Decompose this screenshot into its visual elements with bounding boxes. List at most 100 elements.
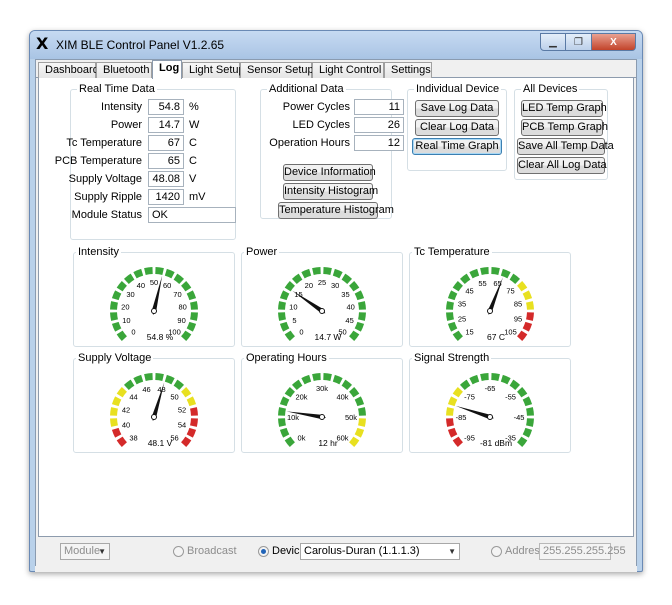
tab-settings[interactable]: Settings <box>384 62 432 78</box>
device-information-button[interactable]: Device Information <box>283 164 376 181</box>
gauge-arc-segment <box>110 418 118 427</box>
ad-label: Operation Hours <box>269 137 350 149</box>
maximize-button[interactable]: ❐ <box>566 33 592 51</box>
close-button[interactable]: X <box>592 33 636 51</box>
led-temp-graph-button[interactable]: LED Temp Graph <box>521 100 607 117</box>
gauge-arc-segment <box>500 374 511 385</box>
save-log-data-button[interactable]: Save Log Data <box>415 100 499 117</box>
gauge-title: Tc Temperature <box>412 246 492 258</box>
gauge-readout: 54.8 % <box>147 332 174 342</box>
address-input[interactable]: 255.255.255.255 <box>539 543 626 560</box>
title-bar[interactable]: X XIM BLE Control Panel V1.2.65 ▁ ❐ X <box>30 31 642 59</box>
gauge-tick-label: 20k <box>295 392 307 401</box>
gauge-arc-segment <box>312 267 321 275</box>
gauge-arc-segment <box>181 436 192 448</box>
tab-log[interactable]: Log <box>152 60 182 79</box>
gauge-arc-segment <box>110 312 118 321</box>
broadcast-radio[interactable] <box>173 546 184 557</box>
gauge-tick-label: 15 <box>465 328 473 337</box>
ad-row-led-cycles: LED Cycles 26 <box>261 117 404 133</box>
tab-dashboard[interactable]: Dashboard <box>38 62 99 78</box>
gauge-arc-segment <box>452 386 463 398</box>
gauge-arc-segment <box>278 418 286 427</box>
gauge-dial: 010203040 50 6070809010054.8 % <box>110 267 198 342</box>
tab-bluetooth[interactable]: Bluetooth <box>96 62 152 78</box>
pcb-temp-graph-button[interactable]: PCB Temp Graph <box>521 119 608 136</box>
address-radio[interactable] <box>491 546 502 557</box>
gauge-title: Intensity <box>76 246 121 258</box>
gauge-tick-label: 30 <box>331 281 339 290</box>
gauge-arc-segment <box>332 268 343 279</box>
tab-light-setup[interactable]: Light Setup <box>182 62 245 78</box>
intensity-gauge: 0 10 20 30 40 50 60 70 80 90 100 54.8 % Intensity <box>73 246 235 347</box>
gauge-needle-hub <box>151 308 157 314</box>
real-time-graph-button[interactable]: Real Time Graph <box>412 138 502 155</box>
gauge-tick-label: 70 <box>173 290 181 299</box>
gauge-arc-segment <box>522 321 533 332</box>
gauge-arc-segment <box>522 290 533 301</box>
rt-label: Supply Voltage <box>68 173 142 185</box>
gauge-arc-segment <box>284 330 295 342</box>
device-radio[interactable] <box>258 546 269 557</box>
individual-device-title: Individual Device <box>414 83 502 95</box>
gauge-arc-segment <box>164 374 175 385</box>
gauge-tick-label: 42 <box>122 405 130 414</box>
gauge-arc-segment <box>111 321 122 332</box>
tab-light-control[interactable]: Light Control <box>312 62 384 78</box>
log-page: Real Time Data Intensity 54.8 % Power 14… <box>38 78 634 537</box>
gauge-tick-label: 10 <box>289 302 297 311</box>
temperature-histogram-button[interactable]: Temperature Histogram <box>278 202 394 219</box>
rt-label: Module Status <box>71 209 142 221</box>
module-select[interactable]: Module ▼ <box>60 543 110 560</box>
gauge-arc-segment <box>517 330 528 342</box>
device-select[interactable]: Carolus-Duran (1.1.1.3) ▼ <box>300 543 460 560</box>
gauge-tick-label: 55 <box>478 279 486 288</box>
intensity-value: 54.8 <box>148 99 184 115</box>
gauge-arc-segment <box>526 312 534 321</box>
gauge-arc-segment <box>133 268 144 279</box>
gauge-tick-label: 50 <box>170 392 178 401</box>
gauge-tick-label: 5 <box>292 316 296 325</box>
gauge-tick-label: -55 <box>505 392 516 401</box>
ad-label: Power Cycles <box>282 101 350 113</box>
rt-row-intensity: Intensity 54.8 % <box>71 99 237 115</box>
intensity-histogram-button[interactable]: Intensity Histogram <box>283 183 378 200</box>
gauge-arc-segment <box>144 373 153 381</box>
signal-strength-gauge: -95 -85 -75 -65 -55 -45 -35 -81 dBm Signal Stre… <box>409 352 571 453</box>
clear-all-log-data-button[interactable]: Clear All Log Data <box>517 157 607 174</box>
minimize-icon: ▁ <box>549 36 557 48</box>
gauge-arc-segment <box>509 379 521 390</box>
rt-label: Supply Ripple <box>74 191 142 203</box>
gauge-title: Power <box>244 246 280 258</box>
gauge-arc-segment <box>181 330 192 342</box>
gauge-arc-segment <box>469 374 480 385</box>
gauge-tick-label: 25 <box>458 315 466 324</box>
gauge-arc-segment <box>144 267 153 275</box>
gauge-tick-label: 90 <box>177 316 185 325</box>
supply-ripple-value: 1420 <box>148 189 184 205</box>
gauge-arc-segment <box>111 290 122 301</box>
gauge-arc-segment <box>446 312 454 321</box>
gauge-dial: 1525354555 6575859510567 C <box>446 267 534 342</box>
operating-hours-gauge: 0k 10k 20k 30k 40k 50k 60k 12 hr Operating Hour… <box>241 352 403 453</box>
broadcast-label[interactable]: Broadcast <box>187 545 237 558</box>
additional-data-title: Additional Data <box>267 83 346 95</box>
tab-sensor-setup[interactable]: Sensor Setup <box>240 62 314 78</box>
gauge-arc-segment <box>469 268 480 279</box>
pcb-temperature-value: 65 <box>148 153 184 169</box>
save-all-temp-data-button[interactable]: Save All Temp Data <box>517 138 614 155</box>
gauge-arc-segment <box>284 386 295 398</box>
additional-data-group: Additional Data Power Cycles 11 LED Cycl… <box>260 83 404 219</box>
gauge-arc-segment <box>341 273 353 284</box>
gauge-arc-segment <box>480 373 489 381</box>
power-cycles-value: 11 <box>354 99 404 115</box>
gauge-dial: -95-85-75-65-55-45-35-81 dBm <box>446 373 534 448</box>
gauge-arc-segment <box>312 373 321 381</box>
gauge-arc-segment <box>459 273 471 284</box>
gauge-readout: 14.7 W <box>315 332 342 342</box>
gauge-tick-label: 35 <box>458 299 466 308</box>
status-bar <box>35 566 637 572</box>
clear-log-data-button[interactable]: Clear Log Data <box>415 119 499 136</box>
gauge-arc-segment <box>517 436 528 448</box>
minimize-button[interactable]: ▁ <box>540 33 566 51</box>
